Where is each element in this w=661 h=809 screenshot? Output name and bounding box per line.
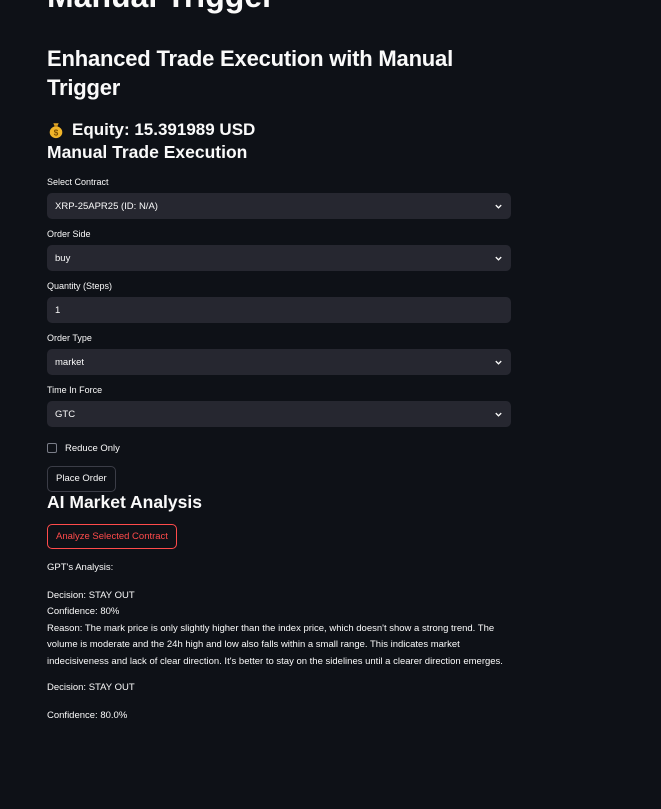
- reduce-only-row[interactable]: Reduce Only: [47, 441, 511, 455]
- analysis-decision-line: Decision: STAY OUT: [47, 589, 135, 601]
- contract-label: Select Contract: [47, 177, 109, 187]
- time-in-force-label: Time In Force: [47, 385, 103, 395]
- order-side-value: buy: [55, 252, 71, 264]
- manual-trade-heading: Manual Trade Execution: [47, 142, 248, 162]
- contract-value: XRP-25APR25 (ID: N/A): [55, 200, 158, 212]
- analyze-contract-button[interactable]: Analyze Selected Contract: [47, 524, 177, 549]
- time-in-force-value: GTC: [55, 408, 76, 420]
- gpt-analysis-label: GPT's Analysis:: [47, 562, 114, 573]
- ai-analysis-heading: AI Market Analysis: [47, 492, 202, 512]
- page-title: Enhanced Trade Execution with Manual Tri…: [47, 46, 453, 100]
- decision-text: Decision: STAY OUT: [47, 682, 135, 693]
- chevron-down-icon: [495, 204, 502, 209]
- quantity-input[interactable]: 1: [47, 297, 511, 323]
- chevron-down-icon: [495, 256, 502, 261]
- place-order-button[interactable]: Place Order: [47, 466, 116, 492]
- reduce-only-checkbox[interactable]: [47, 443, 57, 453]
- cut-off-heading: Manual Trigger: [47, 0, 275, 15]
- order-type-value: market: [55, 356, 85, 368]
- quantity-value: 1: [55, 304, 61, 316]
- main-content: Enhanced Trade Execution with Manual Tri…: [47, 44, 511, 724]
- chevron-down-icon: [495, 412, 502, 417]
- svg-text:$: $: [54, 128, 59, 137]
- order-side-label: Order Side: [47, 229, 91, 239]
- money-bag-icon: $: [49, 123, 63, 139]
- gpt-analysis-text: Decision: STAY OUT Confidence: 80% Reaso…: [47, 588, 511, 671]
- order-type-select[interactable]: market: [47, 349, 511, 375]
- time-in-force-select[interactable]: GTC: [47, 401, 511, 427]
- contract-select[interactable]: XRP-25APR25 (ID: N/A): [47, 193, 511, 219]
- reduce-only-label: Reduce Only: [65, 442, 120, 454]
- analysis-reason-line: Reason: The mark price is only slightly …: [47, 622, 503, 667]
- order-type-label: Order Type: [47, 333, 92, 343]
- app-page: Manual Trigger Enhanced Trade Execution …: [0, 0, 661, 809]
- chevron-down-icon: [495, 360, 502, 365]
- equity-display: $ Equity: 15.391989 USD: [47, 118, 511, 142]
- order-side-select[interactable]: buy: [47, 245, 511, 271]
- quantity-label: Quantity (Steps): [47, 281, 113, 291]
- equity-text: Equity: 15.391989 USD: [72, 120, 256, 139]
- confidence-text: Confidence: 80.0%: [47, 709, 128, 721]
- analysis-confidence-line: Confidence: 80%: [47, 606, 120, 617]
